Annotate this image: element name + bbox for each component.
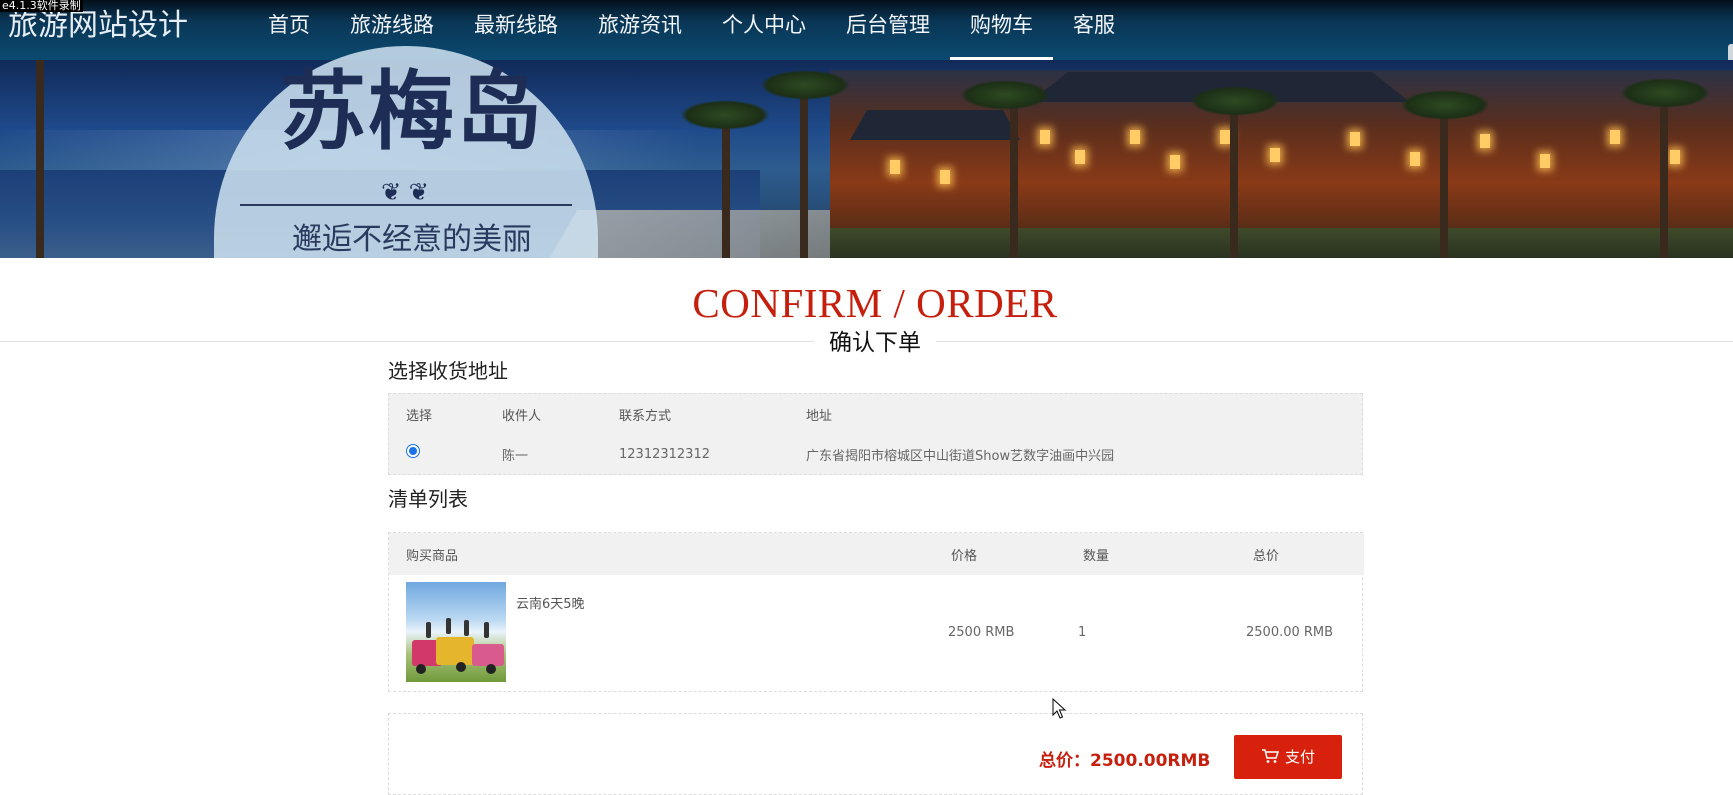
nav-personal-center[interactable]: 个人中心 (702, 0, 826, 60)
address-row[interactable]: 陈一 12312312312 广东省揭阳市榕城区中山街道Show艺数字油画中兴园 (389, 434, 1364, 474)
order-list-table: 购买商品 价格 数量 总价 云南6天5晚 2500 RMB 1 2500.00 … (388, 532, 1364, 692)
list-section-label: 清单列表 (388, 487, 468, 511)
nav-travel-news[interactable]: 旅游资讯 (578, 0, 702, 60)
recipient-name: 陈一 (502, 448, 529, 464)
address-table-header: 选择 收件人 联系方式 地址 (389, 394, 1364, 434)
banner-ornament: ❦ ❦ (381, 178, 429, 206)
product-quantity: 1 (1078, 625, 1087, 640)
mouse-cursor-icon (1052, 698, 1067, 719)
recipient-phone: 12312312312 (619, 446, 710, 462)
col-select: 选择 (406, 408, 433, 424)
nav-cart[interactable]: 购物车 (950, 0, 1053, 60)
nav-home[interactable]: 首页 (248, 0, 330, 60)
col-total: 总价 (1253, 548, 1280, 564)
nav-admin[interactable]: 后台管理 (826, 0, 950, 60)
col-product: 购买商品 (406, 548, 459, 564)
col-phone: 联系方式 (619, 408, 672, 424)
page-title-cn: 确认下单 (814, 326, 936, 360)
product-thumbnail[interactable] (406, 582, 506, 682)
col-address: 地址 (806, 408, 833, 424)
banner-subtitle: 邂逅不经意的美丽 (292, 222, 532, 257)
cart-icon (1261, 749, 1280, 763)
order-list-header: 购买商品 价格 数量 总价 (389, 533, 1364, 575)
address-radio[interactable] (406, 444, 420, 458)
banner-divider (240, 204, 572, 206)
product-name[interactable]: 云南6天5晚 (516, 593, 585, 612)
top-navigation-bar: 旅游网站设计 首页 旅游线路 最新线路 旅游资讯 个人中心 后台管理 购物车 客… (0, 0, 1733, 62)
pay-button-label: 支付 (1284, 748, 1315, 766)
product-total: 2500.00 RMB (1246, 625, 1334, 640)
nav-customer-service[interactable]: 客服 (1053, 0, 1135, 60)
recording-watermark: e4.1.3软件录制 (0, 0, 83, 12)
banner-title: 苏梅岛 (280, 61, 544, 162)
recipient-address: 广东省揭阳市榕城区中山街道Show艺数字油画中兴园 (806, 448, 1115, 464)
nav-latest-routes[interactable]: 最新线路 (454, 0, 578, 60)
address-table: 选择 收件人 联系方式 地址 陈一 12312312312 广东省揭阳市榕城区中… (388, 393, 1363, 475)
col-recipient: 收件人 (502, 408, 542, 424)
product-price: 2500 RMB (948, 625, 1015, 640)
col-price: 价格 (951, 548, 978, 564)
page-title-en: CONFIRM / ORDER (692, 280, 1058, 326)
site-logo[interactable]: 旅游网站设计 (8, 6, 188, 46)
pay-button[interactable]: 支付 (1234, 735, 1342, 779)
address-section-label: 选择收货地址 (388, 359, 508, 383)
order-total: 总价：2500.00RMB (1039, 751, 1211, 771)
col-quantity: 数量 (1083, 548, 1110, 564)
